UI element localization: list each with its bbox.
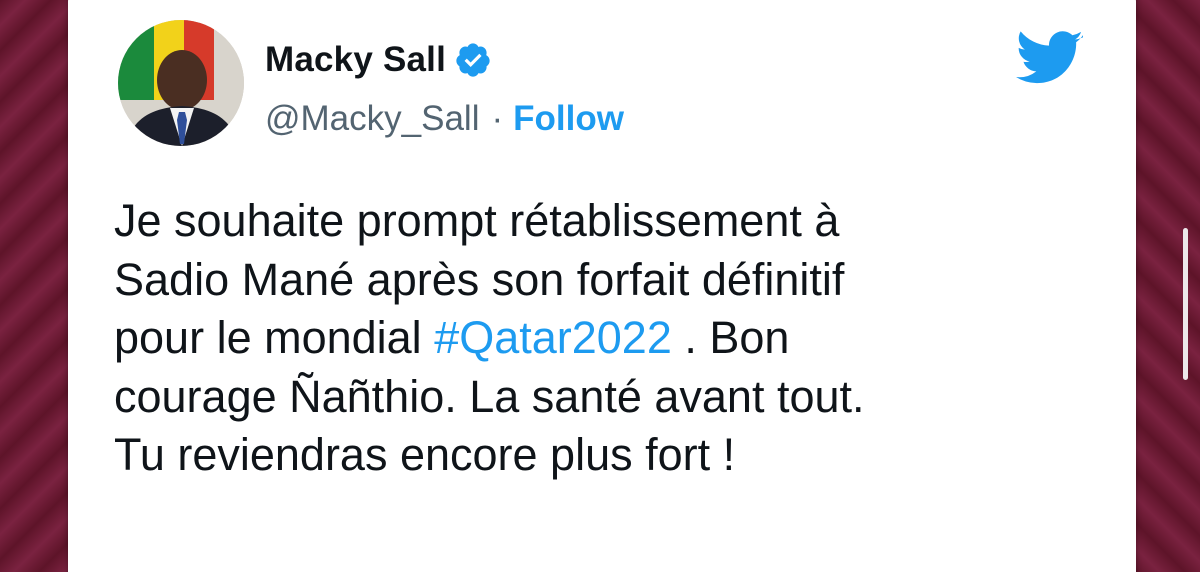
hashtag-link[interactable]: #Qatar2022	[434, 312, 672, 363]
tweet-text: Je souhaite prompt rétablissement à Sadi…	[114, 192, 1114, 485]
background-pattern-right	[1134, 0, 1200, 572]
follow-button[interactable]: Follow	[513, 99, 624, 139]
tweet-line: pour le mondial #Qatar2022 . Bon	[114, 309, 1114, 368]
twitter-bird-icon[interactable]	[1016, 30, 1084, 88]
tweet-line: Sadio Mané après son forfait définitif	[114, 253, 845, 305]
avatar[interactable]	[118, 20, 244, 146]
tweet-line-text: pour le mondial	[114, 312, 435, 363]
tweet-line: Je souhaite prompt rétablissement à	[114, 195, 840, 246]
separator-dot: ·	[491, 99, 504, 138]
author-handle[interactable]: @Macky_Sall	[265, 99, 479, 139]
tweet-card: Macky Sall @Macky_Sall · Follow Je souha…	[68, 0, 1136, 572]
scroll-indicator	[1183, 228, 1188, 380]
tweet-line: courage Ñañthio. La santé avant tout.	[114, 370, 865, 422]
verified-badge-icon	[454, 41, 492, 79]
tweet-line-text: . Bon	[671, 312, 790, 363]
author-handle-row: @Macky_Sall · Follow	[265, 99, 624, 139]
author-name-row: Macky Sall	[265, 40, 492, 80]
tweet-line: Tu reviendras encore plus fort !	[114, 429, 736, 480]
background-pattern-left	[0, 0, 70, 572]
author-name[interactable]: Macky Sall	[265, 40, 446, 80]
